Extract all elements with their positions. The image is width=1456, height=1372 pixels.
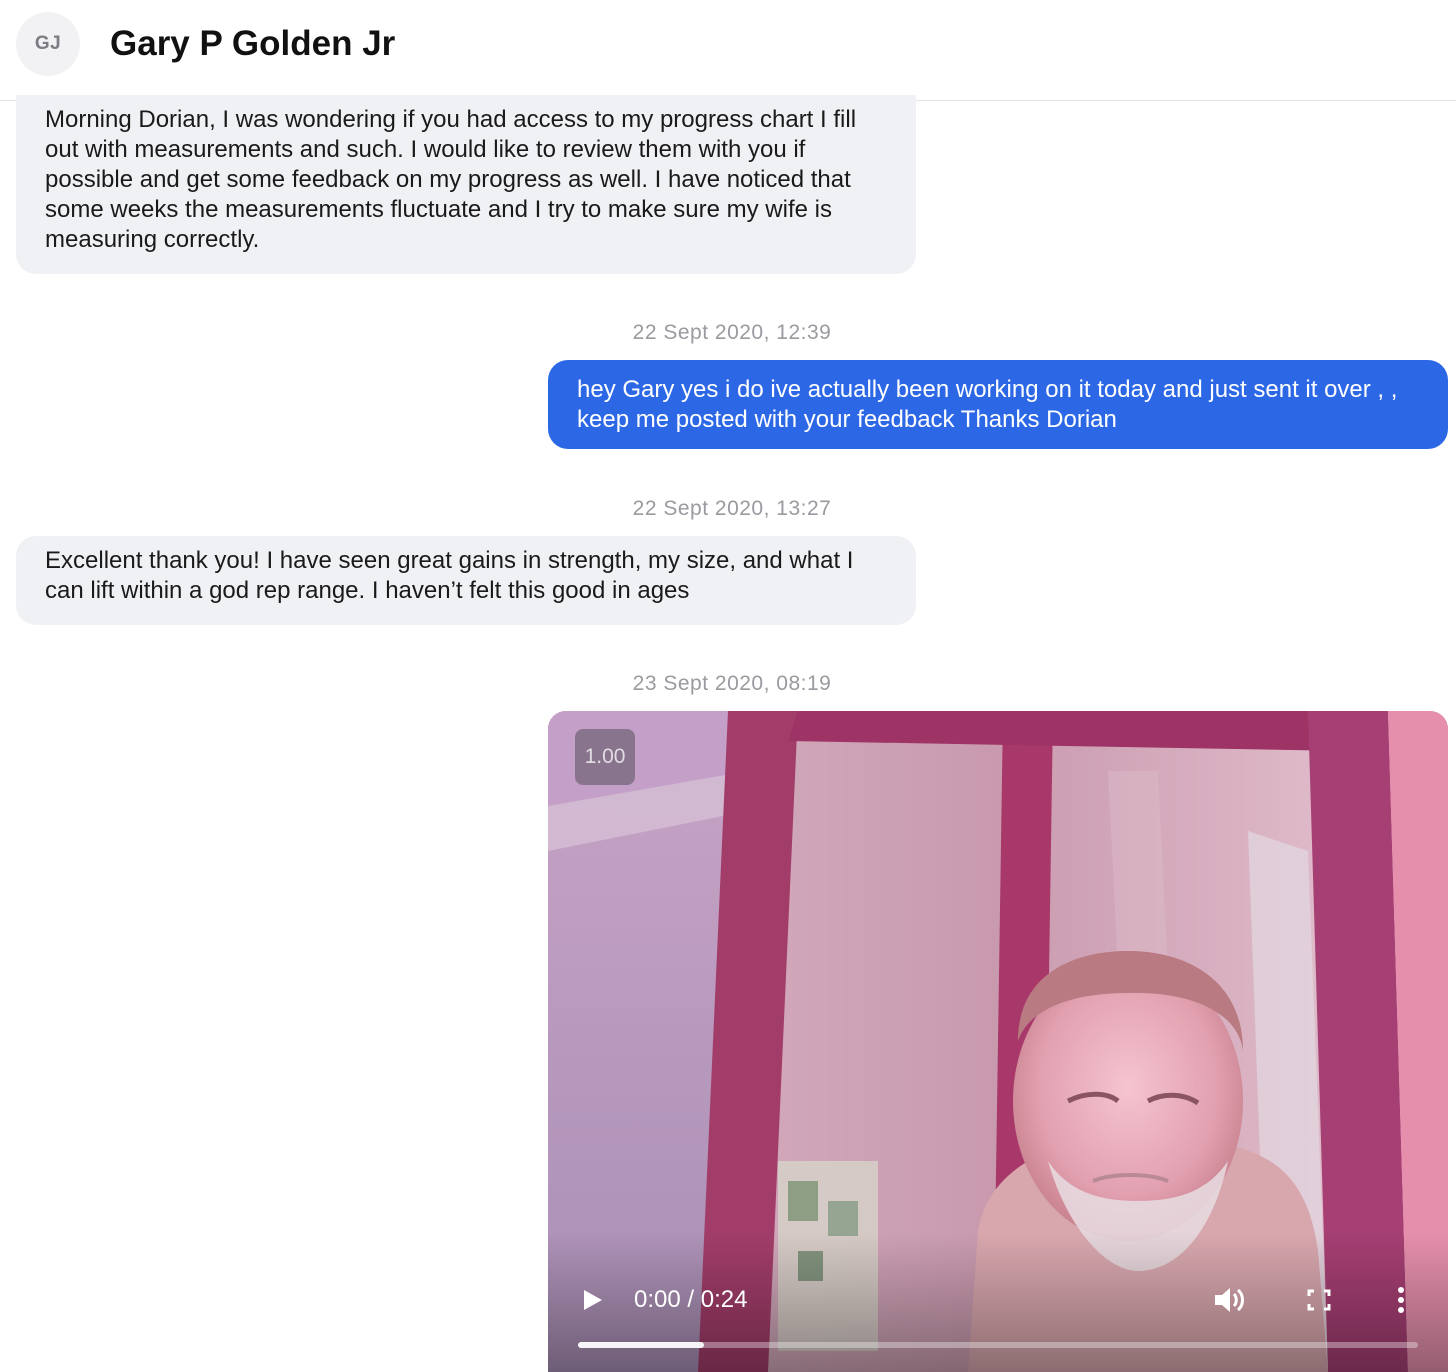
message-timestamp: 22 Sept 2020, 13:27 — [632, 497, 832, 520]
volume-icon[interactable] — [1212, 1283, 1248, 1317]
chat-header: GJ Gary P Golden Jr — [0, 0, 1456, 101]
video-player[interactable]: 1.00 0:00 / 0:24 — [548, 711, 1448, 1372]
contact-name: Gary P Golden Jr — [110, 24, 396, 63]
message-timestamp: 23 Sept 2020, 08:19 — [632, 672, 832, 695]
message-text: Excellent thank you! I have seen great g… — [45, 547, 854, 604]
video-progress-bar[interactable] — [578, 1342, 1418, 1348]
message-bubble-incoming: Excellent thank you! I have seen great g… — [16, 536, 916, 625]
avatar[interactable]: GJ — [16, 12, 80, 76]
message-text: Morning Dorian, I was wondering if you h… — [45, 106, 857, 253]
message-text: hey Gary yes i do ive actually been work… — [577, 376, 1398, 433]
fullscreen-icon[interactable] — [1304, 1284, 1334, 1316]
video-progress-fill — [578, 1342, 704, 1348]
message-bubble-incoming: Morning Dorian, I was wondering if you h… — [16, 95, 916, 274]
video-time-display: 0:00 / 0:24 — [634, 1286, 748, 1313]
playback-speed-badge[interactable]: 1.00 — [575, 729, 635, 785]
more-options-icon[interactable] — [1395, 1283, 1407, 1317]
message-timestamp: 22 Sept 2020, 12:39 — [632, 321, 832, 344]
message-bubble-outgoing: hey Gary yes i do ive actually been work… — [548, 360, 1448, 449]
play-icon[interactable] — [578, 1283, 608, 1317]
